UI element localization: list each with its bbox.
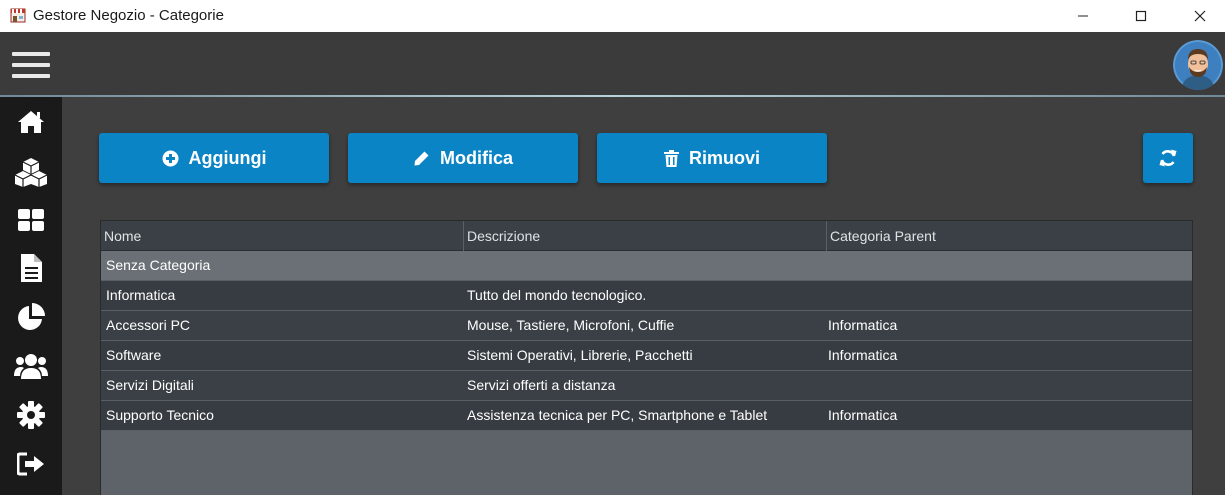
pencil-icon xyxy=(414,151,429,165)
trash-icon xyxy=(663,149,679,167)
maximize-button[interactable] xyxy=(1118,0,1164,32)
sidebar-item-categories[interactable] xyxy=(14,203,48,237)
home-icon xyxy=(18,111,44,133)
cell-descrizione: Tutto del mondo tecnologico. xyxy=(467,287,647,303)
close-icon xyxy=(1194,10,1206,22)
cell-nome: Accessori PC xyxy=(106,317,191,333)
table-header: Nome Descrizione Categoria Parent xyxy=(101,221,1192,251)
cell-nome: Supporto Tecnico xyxy=(106,407,214,423)
pie-chart-icon xyxy=(18,303,45,330)
title-bar: Gestore Negozio - Categorie xyxy=(0,0,1225,32)
cell-nome: Informatica xyxy=(106,287,176,303)
table-row[interactable]: Accessori PC Mouse, Tastiere, Microfoni,… xyxy=(101,311,1192,341)
cubes-icon xyxy=(14,158,48,187)
sidebar-item-users[interactable] xyxy=(14,349,48,383)
cell-descrizione: Servizi offerti a distanza xyxy=(467,377,616,393)
add-button-label: Aggiungi xyxy=(188,147,267,168)
table-row[interactable]: Informatica Tutto del mondo tecnologico. xyxy=(101,281,1192,311)
window-title: Gestore Negozio - Categorie xyxy=(33,7,224,24)
edit-button[interactable]: Modifica xyxy=(348,133,578,183)
sidebar-item-home[interactable] xyxy=(14,105,48,139)
add-button[interactable]: Aggiungi xyxy=(99,133,329,183)
store-icon xyxy=(10,8,26,23)
remove-button-label: Rimuovi xyxy=(688,147,760,168)
grid-icon xyxy=(18,209,44,231)
refresh-icon xyxy=(1159,149,1177,167)
avatar-icon xyxy=(1173,40,1223,90)
cell-descrizione: Sistemi Operativi, Librerie, Pacchetti xyxy=(467,347,693,363)
sidebar-item-logout[interactable] xyxy=(14,447,48,481)
hamburger-menu-icon[interactable] xyxy=(12,52,50,78)
table-row[interactable]: Senza Categoria xyxy=(101,251,1192,281)
cell-nome: Software xyxy=(106,347,162,363)
edit-button-label: Modifica xyxy=(439,147,513,168)
user-avatar[interactable] xyxy=(1173,40,1223,90)
sign-out-icon xyxy=(17,452,44,476)
cell-descrizione: Mouse, Tastiere, Microfoni, Cuffie xyxy=(467,317,675,333)
minimize-icon xyxy=(1078,15,1088,17)
cell-descrizione: Assistenza tecnica per PC, Smartphone e … xyxy=(467,407,768,423)
cell-parent: Informatica xyxy=(828,317,898,333)
sidebar-item-documents[interactable] xyxy=(14,251,48,285)
sidebar-item-reports[interactable] xyxy=(14,300,48,334)
remove-button[interactable]: Rimuovi xyxy=(597,133,827,183)
table-row[interactable]: Supporto Tecnico Assistenza tecnica per … xyxy=(101,401,1192,431)
minimize-button[interactable] xyxy=(1060,0,1106,32)
table-row[interactable]: Servizi Digitali Servizi offerti a dista… xyxy=(101,371,1192,401)
gear-icon xyxy=(17,401,45,429)
refresh-button[interactable] xyxy=(1143,133,1193,183)
app-header xyxy=(0,32,1225,96)
column-header-nome[interactable]: Nome xyxy=(101,221,464,251)
maximize-icon xyxy=(1135,10,1147,22)
users-icon xyxy=(14,354,48,379)
document-icon xyxy=(21,254,42,282)
column-header-categoria-parent[interactable]: Categoria Parent xyxy=(827,221,1192,251)
sidebar-item-products[interactable] xyxy=(14,155,48,189)
cell-nome: Servizi Digitali xyxy=(106,377,194,393)
plus-circle-icon xyxy=(162,150,178,166)
cell-parent: Informatica xyxy=(828,407,898,423)
sidebar xyxy=(0,97,62,495)
main-content: Aggiungi Modifica Rimuovi Nome Descrizio… xyxy=(62,97,1225,495)
sidebar-item-settings[interactable] xyxy=(14,398,48,432)
table-row[interactable]: Software Sistemi Operativi, Librerie, Pa… xyxy=(101,341,1192,371)
cell-nome: Senza Categoria xyxy=(106,257,211,273)
categories-table: Nome Descrizione Categoria Parent Senza … xyxy=(100,220,1193,495)
close-button[interactable] xyxy=(1177,0,1223,32)
column-header-descrizione[interactable]: Descrizione xyxy=(464,221,827,251)
cell-parent: Informatica xyxy=(828,347,898,363)
